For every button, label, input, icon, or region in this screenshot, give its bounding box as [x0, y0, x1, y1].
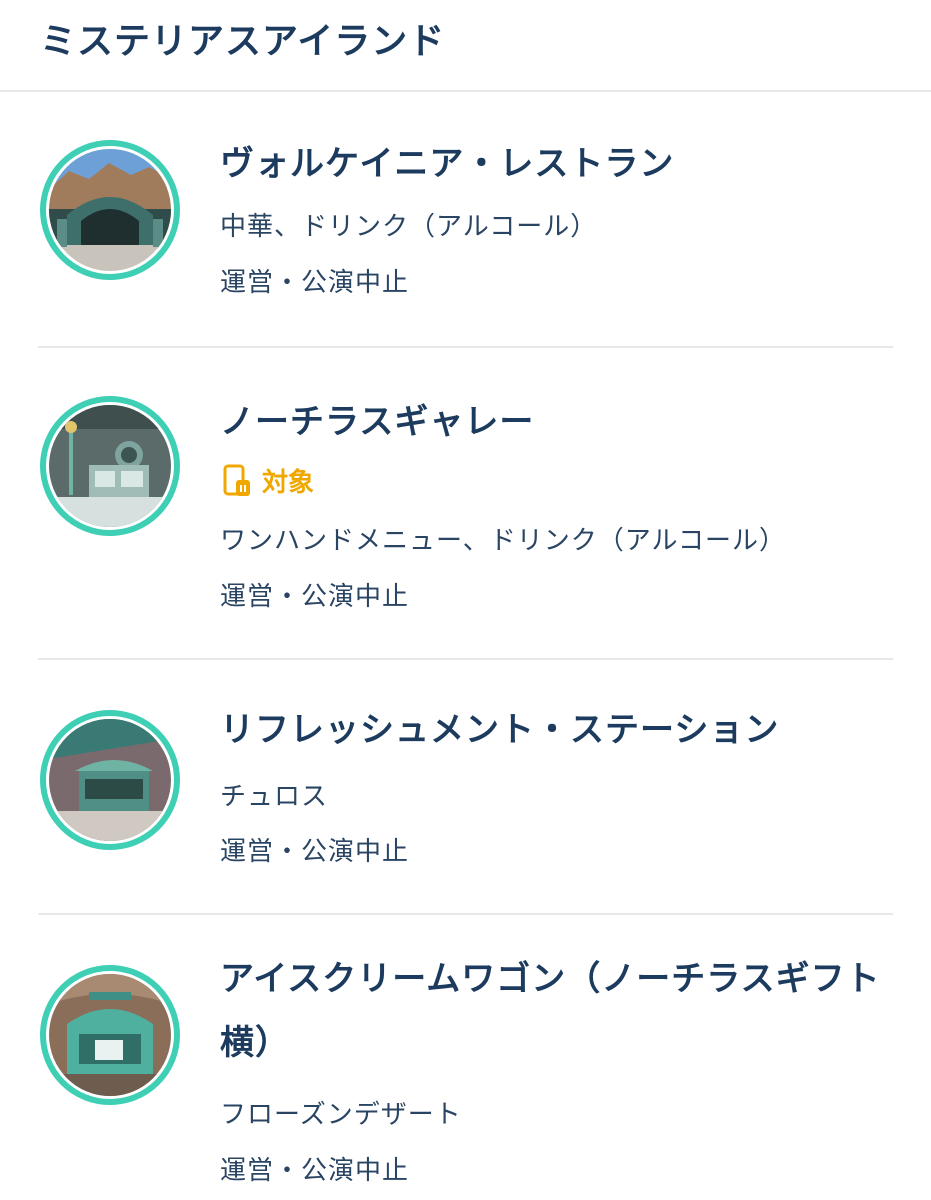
status-text: 運営・公演中止 — [220, 837, 410, 867]
restaurant-photo — [40, 396, 180, 536]
cuisine-text: ワンハンドメニュー、ドリンク（アルコール） — [220, 526, 786, 556]
restaurant-photo — [40, 965, 180, 1105]
cuisine-text: フローズンデザート — [220, 1100, 462, 1130]
cuisine-text: チュロス — [220, 782, 329, 812]
mobile-order-icon — [223, 464, 250, 496]
mobile-order-tag: 対象 — [222, 462, 314, 499]
area-title: ミステリアスアイランド — [40, 21, 446, 62]
restaurant-list-item[interactable]: ヴォルケイニア・レストラン 中華、ドリンク（アルコール） 運営・公演中止 — [0, 92, 931, 348]
restaurant-name: リフレッシュメント・ステーション — [220, 710, 780, 750]
restaurant-list-item[interactable]: アイスクリームワゴン（ノーチラスギフト横） フローズンデザート 運営・公演中止 — [0, 915, 931, 1200]
cuisine-text: 中華、ドリンク（アルコール） — [220, 212, 598, 242]
status-text: 運営・公演中止 — [220, 582, 410, 612]
restaurant-name: ヴォルケイニア・レストラン — [220, 144, 675, 184]
mobile-order-tag-label: 対象 — [262, 468, 315, 498]
restaurant-photo — [40, 140, 180, 280]
restaurant-name: アイスクリームワゴン（ノーチラスギフト横） — [220, 959, 881, 1063]
status-text: 運営・公演中止 — [220, 268, 410, 298]
status-text: 運営・公演中止 — [220, 1156, 410, 1186]
restaurant-photo — [40, 710, 180, 850]
restaurant-list-item[interactable]: リフレッシュメント・ステーション チュロス 運営・公演中止 — [0, 660, 931, 915]
restaurant-name: ノーチラスギャレー — [220, 402, 535, 442]
restaurant-list-item[interactable]: ノーチラスギャレー 対象 ワンハンドメニュー、ドリンク（アルコール） 運営・公演… — [0, 348, 931, 660]
area-header: ミステリアスアイランド — [0, 0, 931, 92]
